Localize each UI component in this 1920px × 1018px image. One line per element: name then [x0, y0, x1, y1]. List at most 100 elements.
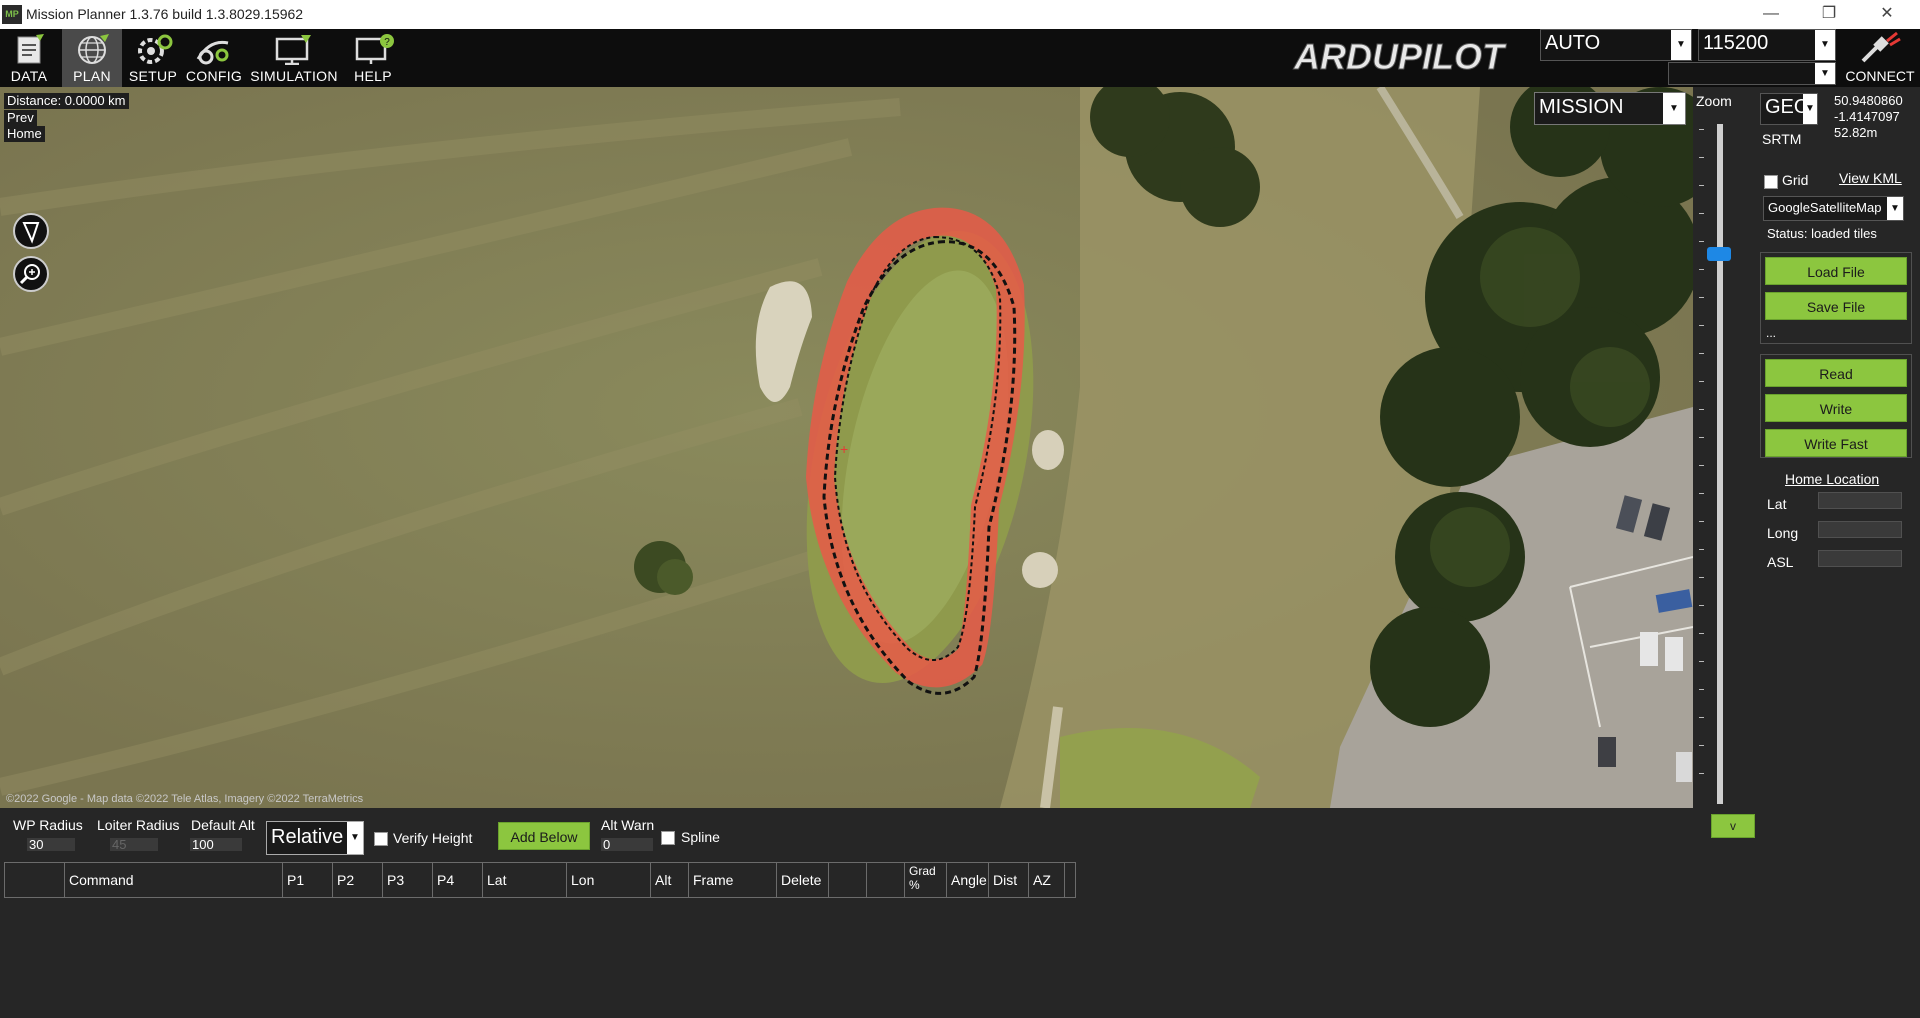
- home-asl-field[interactable]: [1818, 550, 1902, 567]
- home-long-label: Long: [1767, 525, 1799, 541]
- config-icon: [196, 40, 229, 65]
- cursor-lat: 50.9480860: [1834, 93, 1903, 108]
- collapse-button[interactable]: v: [1711, 814, 1755, 838]
- default-alt-input[interactable]: 100: [190, 838, 242, 851]
- column-header-delete[interactable]: Delete: [777, 863, 829, 897]
- column-header-label: Grad %: [909, 864, 936, 892]
- column-header-frame[interactable]: Frame: [689, 863, 777, 897]
- flight-mode-value: AUTO: [1545, 32, 1601, 54]
- wp-radius-input[interactable]: 30: [27, 838, 75, 851]
- column-header-angle[interactable]: Angle: [947, 863, 989, 897]
- baud-rate-value: 115200: [1703, 32, 1769, 54]
- add-below-button[interactable]: Add Below: [498, 822, 590, 850]
- column-header-p4[interactable]: P4: [433, 863, 483, 897]
- zoom-panel: Zoom: [1693, 87, 1760, 808]
- column-header-label: Angle: [951, 872, 987, 888]
- zoom-tick: [1699, 745, 1704, 746]
- altitude-frame-value: Relative: [271, 826, 344, 848]
- column-header-p1[interactable]: P1: [283, 863, 333, 897]
- loiter-radius-input[interactable]: 45: [110, 838, 158, 851]
- zoom-tick: [1699, 661, 1704, 662]
- column-header-p2[interactable]: P2: [333, 863, 383, 897]
- home-lat-label: Lat: [1767, 496, 1787, 512]
- zoom-thumb[interactable]: [1707, 247, 1731, 261]
- column-header-alt[interactable]: Alt: [651, 863, 689, 897]
- column-header-label: AZ: [1033, 872, 1051, 888]
- close-icon[interactable]: ✕: [1858, 0, 1916, 29]
- zoom-tick: [1699, 633, 1704, 634]
- svg-text:?: ?: [384, 37, 390, 48]
- spline-checkbox[interactable]: [661, 831, 675, 845]
- altitude-frame-select[interactable]: Relative ▼: [266, 821, 364, 855]
- cursor-lng: -1.4147097: [1834, 109, 1900, 124]
- column-header-grad[interactable]: Grad %: [905, 863, 947, 897]
- column-header-lon[interactable]: Lon: [567, 863, 651, 897]
- zoom-tool-icon[interactable]: [13, 256, 49, 292]
- port-select[interactable]: ▼: [1668, 62, 1836, 85]
- save-file-button[interactable]: Save File: [1765, 292, 1907, 320]
- data-button[interactable]: DATA: [0, 29, 58, 87]
- connect-button[interactable]: CONNECT: [1840, 29, 1920, 87]
- spline-label: Spline: [681, 829, 720, 845]
- column-header-up[interactable]: [829, 863, 867, 897]
- chevron-down-icon: ▼: [347, 822, 363, 854]
- column-header-lat[interactable]: Lat: [483, 863, 567, 897]
- layer-select[interactable]: MISSION ▼: [1534, 92, 1686, 125]
- setup-button[interactable]: SETUP: [124, 29, 182, 87]
- globe-icon: [78, 34, 109, 64]
- zoom-tick: [1699, 521, 1704, 522]
- column-header-dist[interactable]: Dist: [989, 863, 1029, 897]
- column-header-az[interactable]: AZ: [1029, 863, 1065, 897]
- polygon-tool-icon[interactable]: [13, 213, 49, 249]
- home-lat-field[interactable]: [1818, 492, 1902, 509]
- column-header-label: P3: [387, 872, 405, 888]
- minimize-icon[interactable]: —: [1742, 0, 1800, 29]
- baud-rate-select[interactable]: 115200 ▼: [1698, 29, 1836, 61]
- load-file-button[interactable]: Load File: [1765, 257, 1907, 285]
- zoom-tick: [1699, 325, 1704, 326]
- flight-mode-select[interactable]: AUTO ▼: [1540, 29, 1692, 61]
- connect-label: CONNECT: [1845, 68, 1915, 84]
- column-header-label: P2: [337, 872, 355, 888]
- alt-warn-input[interactable]: 0: [601, 838, 653, 851]
- column-header-label: Lat: [487, 872, 507, 888]
- column-header-label: P4: [437, 872, 455, 888]
- column-header-down[interactable]: [867, 863, 905, 897]
- restore-icon[interactable]: ❐: [1800, 0, 1858, 29]
- write-button[interactable]: Write: [1765, 394, 1907, 422]
- main-toolbar: DATA PLAN SETUP CONFIG SIMULATION ? HELP…: [0, 29, 1920, 87]
- map-status: Status: loaded tiles: [1767, 226, 1877, 241]
- grid-label: Grid: [1782, 172, 1809, 188]
- config-button[interactable]: CONFIG: [184, 29, 244, 87]
- plan-button[interactable]: PLAN: [62, 29, 122, 87]
- column-header-label: Delete: [781, 872, 822, 888]
- coord-system-select[interactable]: GEO ▼: [1760, 93, 1818, 125]
- map-type-value: GoogleSatelliteMap: [1768, 200, 1882, 215]
- home-long-field[interactable]: [1818, 521, 1902, 538]
- read-button[interactable]: Read: [1765, 359, 1907, 387]
- zoom-slider[interactable]: [1717, 124, 1723, 804]
- map-type-select[interactable]: GoogleSatelliteMap ▼: [1763, 196, 1904, 221]
- write-fast-button[interactable]: Write Fast: [1765, 429, 1907, 457]
- layer-value: MISSION: [1539, 96, 1624, 118]
- zoom-tick: [1699, 605, 1704, 606]
- chevron-down-icon: ▼: [1815, 30, 1835, 60]
- verify-height-checkbox[interactable]: [374, 832, 388, 846]
- data-label: DATA: [10, 68, 48, 84]
- simulation-button[interactable]: SIMULATION: [250, 29, 338, 87]
- help-button[interactable]: ? HELP: [344, 29, 402, 87]
- grid-checkbox[interactable]: [1764, 175, 1778, 189]
- home-location-link[interactable]: Home Location: [1785, 471, 1879, 487]
- window-title: Mission Planner 1.3.76 build 1.3.8029.15…: [26, 6, 304, 22]
- view-kml-link[interactable]: View KML: [1839, 170, 1902, 186]
- wp-radius-label: WP Radius: [13, 817, 83, 833]
- column-header-select[interactable]: [5, 863, 65, 897]
- zoom-tick: [1699, 297, 1704, 298]
- column-header-command[interactable]: Command: [65, 863, 283, 897]
- column-header-p3[interactable]: P3: [383, 863, 433, 897]
- chevron-down-icon: ▼: [1815, 63, 1835, 84]
- chevron-down-icon: ▼: [1671, 30, 1691, 60]
- map-view[interactable]: + Distance: 0.0000 km Prev Home ©2022 Go…: [0, 87, 1693, 808]
- app-icon: MP: [2, 5, 22, 24]
- satellite-imagery: +: [0, 87, 1693, 808]
